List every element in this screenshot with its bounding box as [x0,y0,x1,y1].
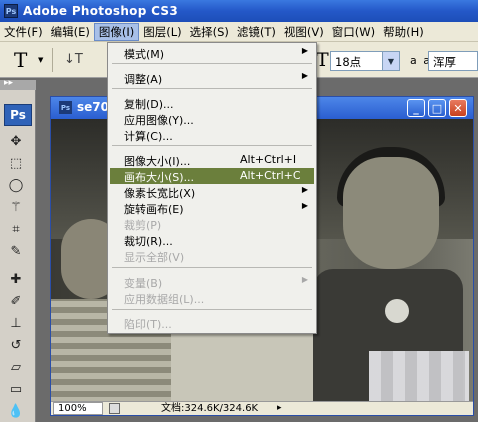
magic-wand-icon[interactable]: ⚚ [6,198,26,216]
menu-item-label: 图像大小(I)... [124,155,191,168]
anti-alias-icon: a a [410,54,430,67]
menu-window[interactable]: 窗口(W) [328,23,379,41]
menu-filter[interactable]: 滤镜(T) [233,23,280,41]
menu-item-trim[interactable]: 裁切(R)... [110,232,314,248]
image-menu-dropdown: 模式(M) ▶ 调整(A) ▶ 复制(D)... 应用图像(Y)... 计算(C… [107,42,317,334]
anti-alias-value: 浑厚 [433,55,456,69]
menu-item-label: 显示全部(V) [124,251,185,264]
tool-preset-dropdown-icon[interactable]: ▼ [38,56,43,64]
slice-tool-icon[interactable]: ✎ [6,242,26,260]
pixelated-watermark [369,351,469,401]
close-icon[interactable]: ✕ [449,99,467,117]
menu-separator [112,267,312,268]
crop-tool-icon[interactable]: ⌗ [6,220,26,238]
menu-separator [112,88,312,89]
menu-select[interactable]: 选择(S) [186,23,233,41]
menu-bar: 文件(F) 编辑(E) 图像(I) 图层(L) 选择(S) 滤镜(T) 视图(V… [0,22,478,42]
document-title: se70 [77,100,109,114]
photo-head-right [343,157,439,269]
brush-tool-icon[interactable]: ✐ [6,292,26,310]
marquee-tool-icon[interactable]: ⬚ [6,154,26,172]
font-size-select[interactable]: 18点 ▼ [330,51,400,71]
menu-item-label: 裁剪(P) [124,219,162,232]
menu-separator [112,63,312,64]
ps-badge-icon[interactable]: Ps [4,104,32,126]
menu-item-mode[interactable]: 模式(M) ▶ [110,45,314,61]
move-tool-icon[interactable]: ✥ [6,132,26,150]
font-size-value: 18点 [335,55,362,69]
submenu-arrow-icon: ▶ [301,71,308,80]
submenu-arrow-icon: ▶ [301,46,308,55]
menu-item-variables: 变量(B) ▶ [110,274,314,290]
app-title: Adobe Photoshop CS3 [23,4,179,18]
menu-item-label: 旋转画布(E) [124,203,184,216]
menu-item-crop: 裁剪(P) [110,216,314,232]
menu-item-pixel-aspect-ratio[interactable]: 像素长宽比(X) ▶ [110,184,314,200]
menu-item-canvas-size[interactable]: 画布大小(S)... Alt+Ctrl+C [110,168,314,184]
gradient-tool-icon[interactable]: ▭ [6,380,26,398]
submenu-arrow-icon: ▶ [301,201,308,210]
submenu-arrow-icon: ▶ [301,185,308,194]
menu-separator [112,145,312,146]
blur-tool-icon[interactable]: 💧 [6,402,26,420]
document-size: 文档:324.6K/324.6K [161,403,259,414]
minimize-icon[interactable]: _ [407,99,425,117]
menu-item-label: 应用数据组(L)... [124,293,205,306]
eraser-tool-icon[interactable]: ▱ [6,358,26,376]
menu-image[interactable]: 图像(I) [93,22,140,41]
menu-item-label: 复制(D)... [124,98,174,111]
photoshop-logo-icon: Ps [4,4,18,18]
lasso-tool-icon[interactable]: ◯ [6,176,26,194]
menu-item-apply-data-set: 应用数据组(L)... [110,290,314,306]
toolbox-header[interactable]: ▸▸ [0,78,36,90]
menu-item-calculations[interactable]: 计算(C)... [110,127,314,143]
clone-stamp-icon[interactable]: ⊥ [6,314,26,332]
menu-item-adjust[interactable]: 调整(A) ▶ [110,70,314,86]
status-bar: 100% 文档:324.6K/324.6K ▸ [51,401,473,415]
text-orientation-icon[interactable]: ↓T [64,52,83,67]
menu-item-reveal-all: 显示全部(V) [110,248,314,264]
menu-item-trap: 陷印(T)... [110,315,314,331]
menu-item-label: 陷印(T)... [124,318,172,331]
menu-help[interactable]: 帮助(H) [379,23,428,41]
menu-edit[interactable]: 编辑(E) [47,23,94,41]
menu-separator [112,309,312,310]
history-brush-icon[interactable]: ↺ [6,336,26,354]
menu-item-apply-image[interactable]: 应用图像(Y)... [110,111,314,127]
healing-brush-icon[interactable]: ✚ [6,270,26,288]
menu-item-label: 调整(A) [124,73,163,86]
menu-layer[interactable]: 图层(L) [139,23,185,41]
menu-item-label: 裁切(R)... [124,235,173,248]
zoom-field[interactable]: 100% [53,402,103,415]
menu-item-label: 模式(M) [124,48,165,61]
photo-badge [385,299,409,323]
menu-item-label: 应用图像(Y)... [124,114,194,127]
menu-item-rotate-canvas[interactable]: 旋转画布(E) ▶ [110,200,314,216]
menu-item-shortcut: Alt+Ctrl+C [240,169,301,182]
status-menu-arrow-icon[interactable]: ▸ [277,403,282,413]
maximize-icon[interactable]: □ [428,99,446,117]
font-size-icon: T [316,49,329,71]
menu-item-shortcut: Alt+Ctrl+I [240,153,297,166]
menu-item-duplicate[interactable]: 复制(D)... [110,95,314,111]
collapse-icon[interactable]: ▸▸ [4,78,13,88]
toolbox: Ps ✥ ⬚ ◯ ⚚ ⌗ ✎ ✚ ✐ ⊥ ↺ ▱ ▭ 💧 [0,90,36,422]
chevron-down-icon[interactable]: ▼ [382,52,399,70]
options-divider [52,48,53,72]
menu-item-label: 画布大小(S)... [124,171,195,184]
menu-view[interactable]: 视图(V) [280,23,328,41]
menu-item-image-size[interactable]: 图像大小(I)... Alt+Ctrl+I [110,152,314,168]
anti-alias-select[interactable]: 浑厚 [428,51,478,71]
title-bar: Ps Adobe Photoshop CS3 [0,0,478,22]
menu-item-label: 计算(C)... [124,130,173,143]
menu-item-label: 变量(B) [124,277,163,290]
submenu-arrow-icon: ▶ [301,275,308,284]
menu-file[interactable]: 文件(F) [0,23,47,41]
document-ps-icon: Ps [59,101,72,114]
type-tool-icon[interactable]: T [14,48,27,72]
status-info-icon[interactable] [109,403,120,414]
menu-item-label: 像素长宽比(X) [124,187,196,200]
